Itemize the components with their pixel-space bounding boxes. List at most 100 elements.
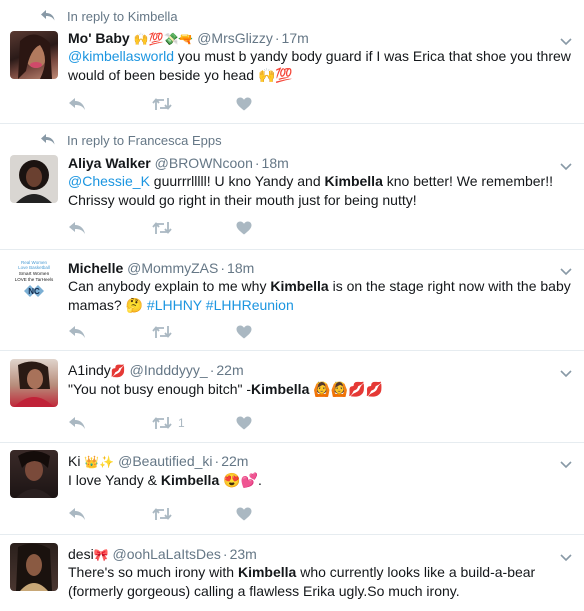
tweet-header: Aliya Walker @BROWNcoon · 18m bbox=[68, 155, 289, 171]
tweet-text: Can anybody explain to me why Kimbella i… bbox=[68, 278, 571, 313]
tweet-actions bbox=[68, 505, 320, 523]
retweet-button[interactable] bbox=[152, 325, 236, 339]
username[interactable]: @oohLaLaItsDes bbox=[113, 546, 221, 562]
display-name[interactable]: A1indy bbox=[68, 362, 111, 378]
tweet-actions: 1 bbox=[68, 414, 320, 432]
tweet-text: "You not busy enough bitch" -Kimbella 🙆🙆… bbox=[68, 381, 383, 397]
tweet-text: @kimbellasworld you must b yandy body gu… bbox=[68, 48, 571, 83]
like-button[interactable] bbox=[236, 416, 320, 430]
reply-button[interactable] bbox=[68, 325, 152, 339]
display-name[interactable]: Ki bbox=[68, 453, 80, 469]
tweet[interactable]: Real Women Love Basketball Smart Women L… bbox=[0, 250, 584, 351]
reply-button[interactable] bbox=[68, 221, 152, 235]
timestamp[interactable]: 17m bbox=[282, 30, 309, 46]
timestamp[interactable]: 22m bbox=[221, 453, 248, 469]
heart-icon bbox=[236, 325, 252, 339]
display-name[interactable]: Aliya Walker bbox=[68, 155, 151, 171]
name-emoji: 🎀 bbox=[93, 548, 109, 562]
chevron-down-icon[interactable] bbox=[560, 456, 572, 469]
name-emoji: 🙌💯💸🔫 bbox=[133, 32, 194, 46]
timestamp[interactable]: 18m bbox=[227, 260, 254, 276]
avatar[interactable] bbox=[10, 450, 58, 498]
reply-arrow-icon bbox=[40, 8, 56, 26]
tweet-text: @Chessie_K guurrrlllll! U kno Yandy and … bbox=[68, 173, 553, 208]
reply-icon bbox=[69, 508, 85, 520]
chevron-down-icon[interactable] bbox=[560, 365, 572, 378]
name-emoji: 👑✨ bbox=[84, 455, 115, 469]
timestamp[interactable]: 18m bbox=[262, 155, 289, 171]
like-button[interactable] bbox=[236, 325, 320, 339]
tweet-text: I love Yandy & Kimbella 😍💕. bbox=[68, 472, 262, 488]
avatar[interactable]: Real Women Love Basketball Smart Women L… bbox=[10, 257, 58, 305]
username[interactable]: @MommyZAS bbox=[127, 260, 218, 276]
retweet-button[interactable]: 1 bbox=[152, 416, 236, 430]
retweet-button[interactable] bbox=[152, 221, 236, 235]
hashtag-link[interactable]: #LHHReunion bbox=[206, 297, 294, 313]
retweet-count: 1 bbox=[178, 416, 185, 430]
reply-context[interactable]: In reply to Francesca Epps bbox=[40, 132, 222, 150]
reply-button[interactable] bbox=[68, 97, 152, 111]
timestamp[interactable]: 23m bbox=[230, 546, 257, 562]
reply-icon bbox=[69, 222, 85, 234]
retweet-icon bbox=[152, 508, 172, 520]
tweet-header: Ki 👑✨ @Beautified_ki · 22m bbox=[68, 453, 249, 469]
tweet-actions bbox=[68, 219, 320, 237]
heart-icon bbox=[236, 416, 252, 430]
tweet-actions bbox=[68, 95, 320, 113]
like-button[interactable] bbox=[236, 507, 320, 521]
avatar[interactable] bbox=[10, 543, 58, 591]
avatar[interactable] bbox=[10, 155, 58, 203]
username[interactable]: @BROWNcoon bbox=[155, 155, 253, 171]
retweet-icon bbox=[152, 222, 172, 234]
display-name[interactable]: Mo' Baby bbox=[68, 30, 130, 46]
retweet-button[interactable] bbox=[152, 507, 236, 521]
avatar-caption: Love Basketball bbox=[18, 265, 50, 270]
tweet[interactable]: Ki 👑✨ @Beautified_ki · 22m I love Yandy & … bbox=[0, 443, 584, 535]
reply-icon bbox=[69, 326, 85, 338]
heart-icon bbox=[236, 221, 252, 235]
chevron-down-icon[interactable] bbox=[560, 549, 572, 562]
username[interactable]: @Beautified_ki bbox=[118, 453, 212, 469]
reply-arrow-icon bbox=[40, 132, 56, 150]
tweet[interactable]: In reply to Francesca Epps Aliya Walker … bbox=[0, 124, 584, 250]
retweet-icon bbox=[152, 98, 172, 110]
avatar-caption: LOVE the TarHeels bbox=[15, 277, 54, 282]
tweet[interactable]: desi🎀 @oohLaLaItsDes · 23m There's so much… bbox=[0, 535, 584, 611]
tweet-header: A1indy💋 @Indddyyy_ · 22m bbox=[68, 362, 244, 378]
avatar[interactable] bbox=[10, 31, 58, 79]
svg-text:NC: NC bbox=[28, 287, 40, 296]
tweet[interactable]: A1indy💋 @Indddyyy_ · 22m "You not busy eno… bbox=[0, 351, 584, 443]
like-button[interactable] bbox=[236, 97, 320, 111]
tweet-header: Michelle @MommyZAS · 18m bbox=[68, 260, 255, 276]
retweet-icon bbox=[152, 326, 172, 338]
tweet-header: desi🎀 @oohLaLaItsDes · 23m bbox=[68, 546, 257, 562]
hashtag-link[interactable]: #LHHNY bbox=[147, 297, 202, 313]
retweet-icon bbox=[152, 417, 172, 429]
reply-icon bbox=[69, 417, 85, 429]
reply-context-label: In reply to Francesca Epps bbox=[67, 133, 222, 148]
name-emoji: 💋 bbox=[110, 364, 126, 378]
retweet-button[interactable] bbox=[152, 97, 236, 111]
tweet-text: There's so much irony with Kimbella who … bbox=[68, 564, 536, 599]
mention-link[interactable]: @Chessie_K bbox=[68, 173, 150, 189]
tweet-header: Mo' Baby 🙌💯💸🔫 @MrsGlizzy · 17m bbox=[68, 30, 309, 46]
tweet-actions bbox=[68, 323, 320, 341]
tweet[interactable]: In reply to Kimbella Mo' Baby 🙌💯💸🔫 @MrsG… bbox=[0, 0, 584, 124]
timestamp[interactable]: 22m bbox=[216, 362, 243, 378]
chevron-down-icon[interactable] bbox=[560, 263, 572, 276]
reply-button[interactable] bbox=[68, 416, 152, 430]
reply-context-label: In reply to Kimbella bbox=[67, 9, 178, 24]
heart-icon bbox=[236, 97, 252, 111]
heart-icon bbox=[236, 507, 252, 521]
username[interactable]: @MrsGlizzy bbox=[197, 30, 273, 46]
mention-link[interactable]: @kimbellasworld bbox=[68, 48, 174, 64]
display-name[interactable]: desi bbox=[68, 546, 94, 562]
reply-button[interactable] bbox=[68, 507, 152, 521]
like-button[interactable] bbox=[236, 221, 320, 235]
username[interactable]: @Indddyyy_ bbox=[130, 362, 208, 378]
chevron-down-icon[interactable] bbox=[560, 33, 572, 46]
display-name[interactable]: Michelle bbox=[68, 260, 123, 276]
reply-context[interactable]: In reply to Kimbella bbox=[40, 8, 178, 26]
chevron-down-icon[interactable] bbox=[560, 158, 572, 171]
avatar[interactable] bbox=[10, 359, 58, 407]
